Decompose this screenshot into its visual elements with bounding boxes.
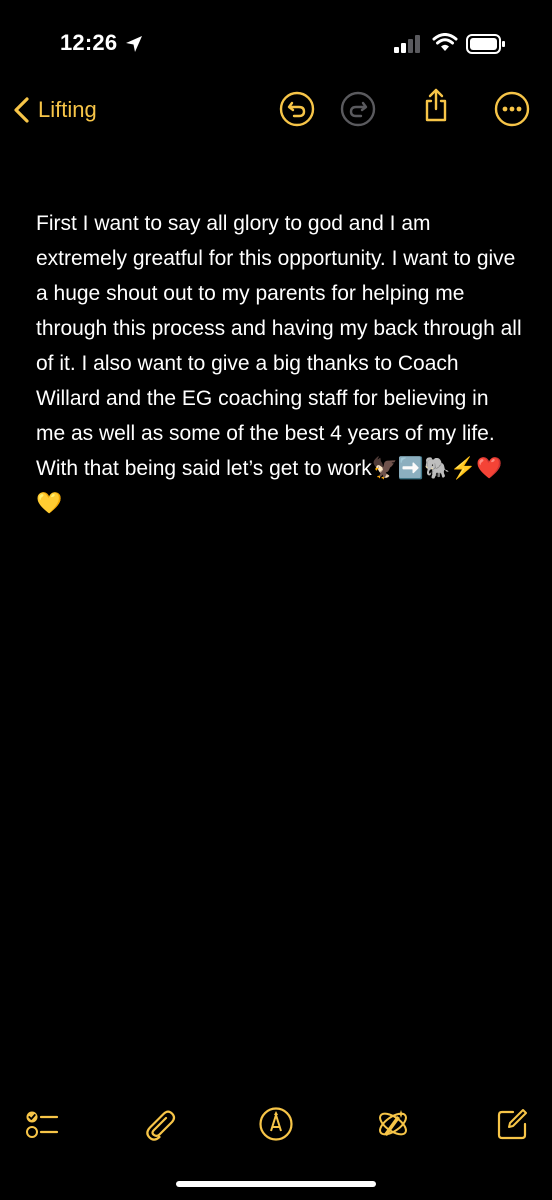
- home-indicator: [176, 1181, 376, 1187]
- undo-icon[interactable]: [278, 90, 316, 128]
- writing-tools-icon[interactable]: [375, 1106, 411, 1142]
- redo-icon[interactable]: [339, 90, 377, 128]
- location-arrow-icon: [126, 36, 142, 52]
- bottom-toolbar: [0, 1100, 552, 1160]
- compose-icon[interactable]: [494, 1106, 530, 1142]
- checklist-icon[interactable]: [24, 1106, 60, 1142]
- battery-icon: [466, 34, 505, 54]
- share-icon[interactable]: [417, 86, 455, 124]
- wifi-icon: [432, 33, 458, 51]
- navigation-bar: Lifting: [0, 80, 552, 140]
- markup-icon[interactable]: [258, 1106, 294, 1142]
- status-time: 12:26: [60, 30, 118, 55]
- status-bar: 12:26: [0, 0, 552, 80]
- cellular-signal-icon: [394, 35, 420, 53]
- more-icon[interactable]: [493, 90, 531, 128]
- attachment-icon[interactable]: [142, 1106, 178, 1142]
- back-button[interactable]: Lifting: [10, 92, 97, 128]
- note-body-text[interactable]: First I want to say all glory to god and…: [36, 206, 522, 521]
- back-button-label: Lifting: [38, 97, 97, 122]
- chevron-left-icon: [14, 97, 29, 123]
